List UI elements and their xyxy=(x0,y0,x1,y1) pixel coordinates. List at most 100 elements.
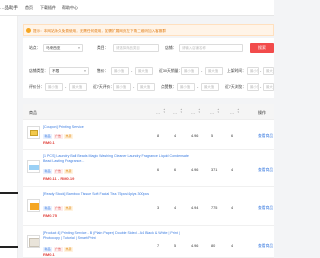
cell-value: 4 xyxy=(231,168,234,172)
header-col-5[interactable]: … xyxy=(230,110,234,115)
category-label: 类目： xyxy=(97,46,109,50)
product-title[interactable]: [Product 4] Printing Service - B (Plain … xyxy=(43,231,193,240)
header-actions: 操作 xyxy=(258,109,266,115)
product-title[interactable]: [Ready Stock] Bamboo Tissue Soft Facial … xyxy=(43,192,193,197)
table-row: [1 PCS] Laundry Ball Beads Magic Washing… xyxy=(23,151,274,187)
range-separator: - xyxy=(133,85,135,89)
header-col-3[interactable]: … xyxy=(191,110,195,115)
table-row: [Product 4] Printing Service - B (Plain … xyxy=(23,227,274,258)
range-separator: - xyxy=(260,69,262,73)
cell-value: 4 xyxy=(231,244,234,248)
notice-banner: 提示：本网站永久免费使用，无需任何费用，如需扩展网页左下角二维码加入客服群 xyxy=(23,24,274,36)
view-product-link[interactable]: 查看商品 xyxy=(258,206,273,211)
chevron-down-icon: ▼ xyxy=(83,69,87,73)
price-max-input[interactable]: 最大值 xyxy=(135,67,153,75)
sort-icon[interactable]: ▲ ▼ xyxy=(163,108,166,114)
header-col-1[interactable]: … xyxy=(156,110,160,115)
product-thumbnail[interactable] xyxy=(27,199,40,212)
rating-label: 评价分： xyxy=(29,85,45,89)
tag: 新品 xyxy=(43,169,53,174)
likes-min-input[interactable]: 最小值 xyxy=(177,83,195,91)
product-title[interactable]: [Coupon] Printing Service xyxy=(43,125,193,130)
top-bar: …品助手 首页 下载插件 帮助中心 xyxy=(0,0,274,16)
shop-label: 店铺： xyxy=(165,46,177,50)
product-price: RM0.75 xyxy=(43,213,58,218)
cell-value: 5 xyxy=(174,244,177,248)
warning-icon xyxy=(26,28,31,33)
tag: 热卖 xyxy=(64,206,74,211)
header-col-4[interactable]: … xyxy=(210,110,214,115)
range-separator: - xyxy=(260,85,262,89)
cell-value: 4.96 xyxy=(191,244,199,248)
site-label: 站点： xyxy=(29,46,41,50)
nav-help-center[interactable]: 帮助中心 xyxy=(62,5,78,11)
cell-value: 6 xyxy=(174,168,177,172)
notice-text: 提示：本网站永久免费使用，无需任何费用，如需扩展网页左下角二维码加入客服群 xyxy=(33,28,166,33)
sort-icon[interactable]: ▲ ▼ xyxy=(217,108,220,114)
cell-value: 775 xyxy=(211,206,218,210)
cell-value: 8 xyxy=(157,134,160,138)
chevron-down-icon: ▼ xyxy=(77,46,81,50)
listing-min-input[interactable]: 最小值 xyxy=(113,83,131,91)
tag: 广告 xyxy=(53,206,63,211)
tag: 新品 xyxy=(43,134,53,139)
shop-input[interactable]: 请输入店铺名称 xyxy=(179,44,243,52)
sort-icon[interactable]: ▲ ▼ xyxy=(237,108,240,114)
site-select-value: 马来西亚 xyxy=(46,46,61,50)
shop-type-select[interactable]: 不限 ▼ xyxy=(49,67,89,75)
likes-label: 点赞数： xyxy=(161,85,177,89)
likes-max-input[interactable]: 最大值 xyxy=(201,83,219,91)
header-col-2[interactable]: … xyxy=(173,110,177,115)
cell-value: 4.96 xyxy=(191,134,199,138)
sort-icon[interactable]: ▲ ▼ xyxy=(198,108,201,114)
range-separator: - xyxy=(131,69,133,73)
product-thumbnail[interactable] xyxy=(27,126,40,139)
sales-min-input[interactable]: 最小值 xyxy=(181,67,199,75)
listed-max-input[interactable]: 最大值 xyxy=(263,67,274,75)
sales-max-input[interactable]: 最大值 xyxy=(205,67,223,75)
brand-name: …品助手 xyxy=(0,5,18,10)
nav-download-plugin[interactable]: 下载插件 xyxy=(40,5,56,11)
view-product-link[interactable]: 查看商品 xyxy=(258,134,273,139)
listed-min-input[interactable]: 最小值 xyxy=(247,67,259,75)
product-thumbnail[interactable] xyxy=(27,235,40,248)
tag: 热卖 xyxy=(64,169,74,174)
cell-value: 6 xyxy=(157,168,160,172)
product-tags: 新品 广告 热卖 xyxy=(43,133,75,139)
cell-value: 371 xyxy=(211,168,218,172)
sort-icon[interactable]: ▲ ▼ xyxy=(180,108,183,114)
product-price: RM0.11 - RM0.19 xyxy=(43,176,75,181)
view-product-link[interactable]: 查看商品 xyxy=(258,168,273,173)
sidebar-marker xyxy=(0,192,18,194)
listed-time-label: 上架时间： xyxy=(227,69,246,73)
cell-value: 4 xyxy=(174,134,177,138)
rating-max-input[interactable]: 最大值 xyxy=(69,83,87,91)
site-select[interactable]: 马来西亚 ▼ xyxy=(43,44,83,52)
rating-min-input[interactable]: 最小值 xyxy=(45,83,63,91)
cell-value: 4 xyxy=(231,206,234,210)
search-button[interactable]: 搜索 xyxy=(250,43,274,53)
listing-label: 近7天评价： xyxy=(93,85,115,89)
cell-value: 4.94 xyxy=(191,206,199,210)
price-label: 售价： xyxy=(97,69,109,73)
price-min-input[interactable]: 最小值 xyxy=(111,67,129,75)
category-select[interactable]: 请选择商品类目 xyxy=(113,44,159,52)
nav-home[interactable]: 首页 xyxy=(25,5,33,11)
product-table: 商品 … ▲ ▼ … ▲ ▼ … ▲ ▼ … ▲ ▼ … ▲ ▼ 操作 [Coupon] … xyxy=(23,104,274,258)
listing-max-input[interactable]: 最大值 xyxy=(137,83,155,91)
shop-type-label: 店铺类型： xyxy=(29,69,48,73)
sidebar xyxy=(0,16,18,258)
range-separator: - xyxy=(197,85,199,89)
product-thumbnail[interactable] xyxy=(27,160,40,173)
product-price: RM0.1 xyxy=(43,252,55,257)
view-product-link[interactable]: 查看商品 xyxy=(258,244,273,249)
product-title[interactable]: [1 PCS] Laundry Ball Beads Magic Washing… xyxy=(43,154,193,163)
views-label: 近7天浏览： xyxy=(225,85,247,89)
tag: 广告 xyxy=(53,169,63,174)
product-tags: 新品 广告 热卖 xyxy=(43,246,75,252)
views-max-input[interactable]: 最大值 xyxy=(263,83,274,91)
cell-value: 4.96 xyxy=(191,168,199,172)
tag: 热卖 xyxy=(64,134,74,139)
cell-value: 3 xyxy=(157,206,160,210)
views-min-input[interactable]: 最小值 xyxy=(247,83,259,91)
